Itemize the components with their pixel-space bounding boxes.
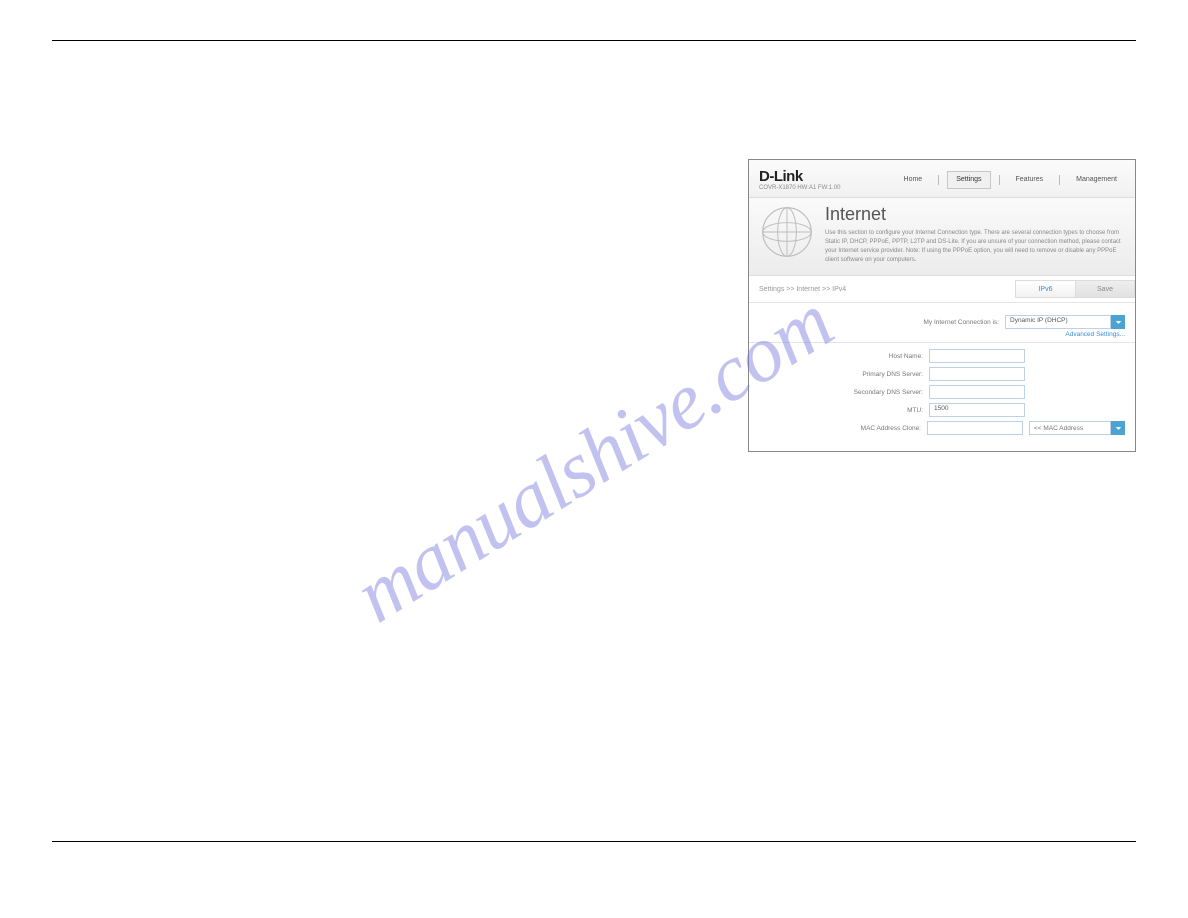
connection-label: My Internet Connection is: [759,319,1005,326]
banner-desc: Use this section to configure your Inter… [825,229,1125,265]
secondary-dns-label: Secondary DNS Server: [759,389,929,396]
nav-home[interactable]: Home [896,172,931,188]
top-rule [52,40,1136,41]
model-line: COVR-X1870 HW:A1 FW:1.00 [759,185,840,191]
primary-dns-input[interactable] [929,367,1025,381]
router-header: D-Link COVR-X1870 HW:A1 FW:1.00 Home Set… [749,160,1135,198]
nav-settings[interactable]: Settings [947,171,990,189]
connection-row: My Internet Connection is: Dynamic IP (D… [759,315,1125,329]
nav-features[interactable]: Features [1008,172,1052,188]
mtu-input[interactable]: 1500 [929,403,1025,417]
top-nav: Home Settings Features Management [896,171,1125,189]
crumb-row: Settings >> Internet >> IPv4 IPv6 Save [749,276,1135,303]
hostname-input[interactable] [929,349,1025,363]
crumb-actions: IPv6 Save [1015,280,1135,298]
chevron-down-icon[interactable] [1111,315,1125,329]
mac-input[interactable] [927,421,1023,435]
primary-dns-label: Primary DNS Server: [759,371,929,378]
mac-select[interactable]: << MAC Address [1029,421,1111,435]
banner-title: Internet [825,204,1125,225]
chevron-down-icon[interactable] [1111,421,1125,435]
primary-dns-row: Primary DNS Server: [759,367,1125,381]
connection-value[interactable]: Dynamic IP (DHCP) [1005,315,1111,329]
banner-text: Internet Use this section to configure y… [825,204,1125,265]
mtu-label: MTU: [759,407,929,414]
breadcrumb: Settings >> Internet >> IPv4 [759,286,846,293]
hostname-row: Host Name: [759,349,1125,363]
form-body: My Internet Connection is: Dynamic IP (D… [749,303,1135,451]
nav-sep [938,175,939,185]
connection-select[interactable]: Dynamic IP (DHCP) [1005,315,1125,329]
nav-sep [999,175,1000,185]
ipv6-button[interactable]: IPv6 [1015,280,1075,298]
brand-logo: D-Link [759,168,840,185]
bottom-rule [52,841,1136,842]
nav-sep [1059,175,1060,185]
divider [749,342,1135,343]
hostname-label: Host Name: [759,353,929,360]
nav-management[interactable]: Management [1068,172,1125,188]
banner: Internet Use this section to configure y… [749,198,1135,276]
router-screenshot: D-Link COVR-X1870 HW:A1 FW:1.00 Home Set… [748,159,1136,452]
mac-select-wrap[interactable]: << MAC Address [1023,421,1125,435]
document-page: D-Link COVR-X1870 HW:A1 FW:1.00 Home Set… [52,40,1136,878]
mac-label: MAC Address Clone: [759,425,927,432]
secondary-dns-row: Secondary DNS Server: [759,385,1125,399]
brand-block: D-Link COVR-X1870 HW:A1 FW:1.00 [759,168,840,191]
mtu-row: MTU: 1500 [759,403,1125,417]
mac-row: MAC Address Clone: << MAC Address [759,421,1125,435]
content-row: D-Link COVR-X1870 HW:A1 FW:1.00 Home Set… [52,159,1136,459]
advanced-settings-link[interactable]: Advanced Settings... [759,331,1125,338]
save-button[interactable]: Save [1075,280,1135,298]
secondary-dns-input[interactable] [929,385,1025,399]
globe-icon [759,204,815,260]
